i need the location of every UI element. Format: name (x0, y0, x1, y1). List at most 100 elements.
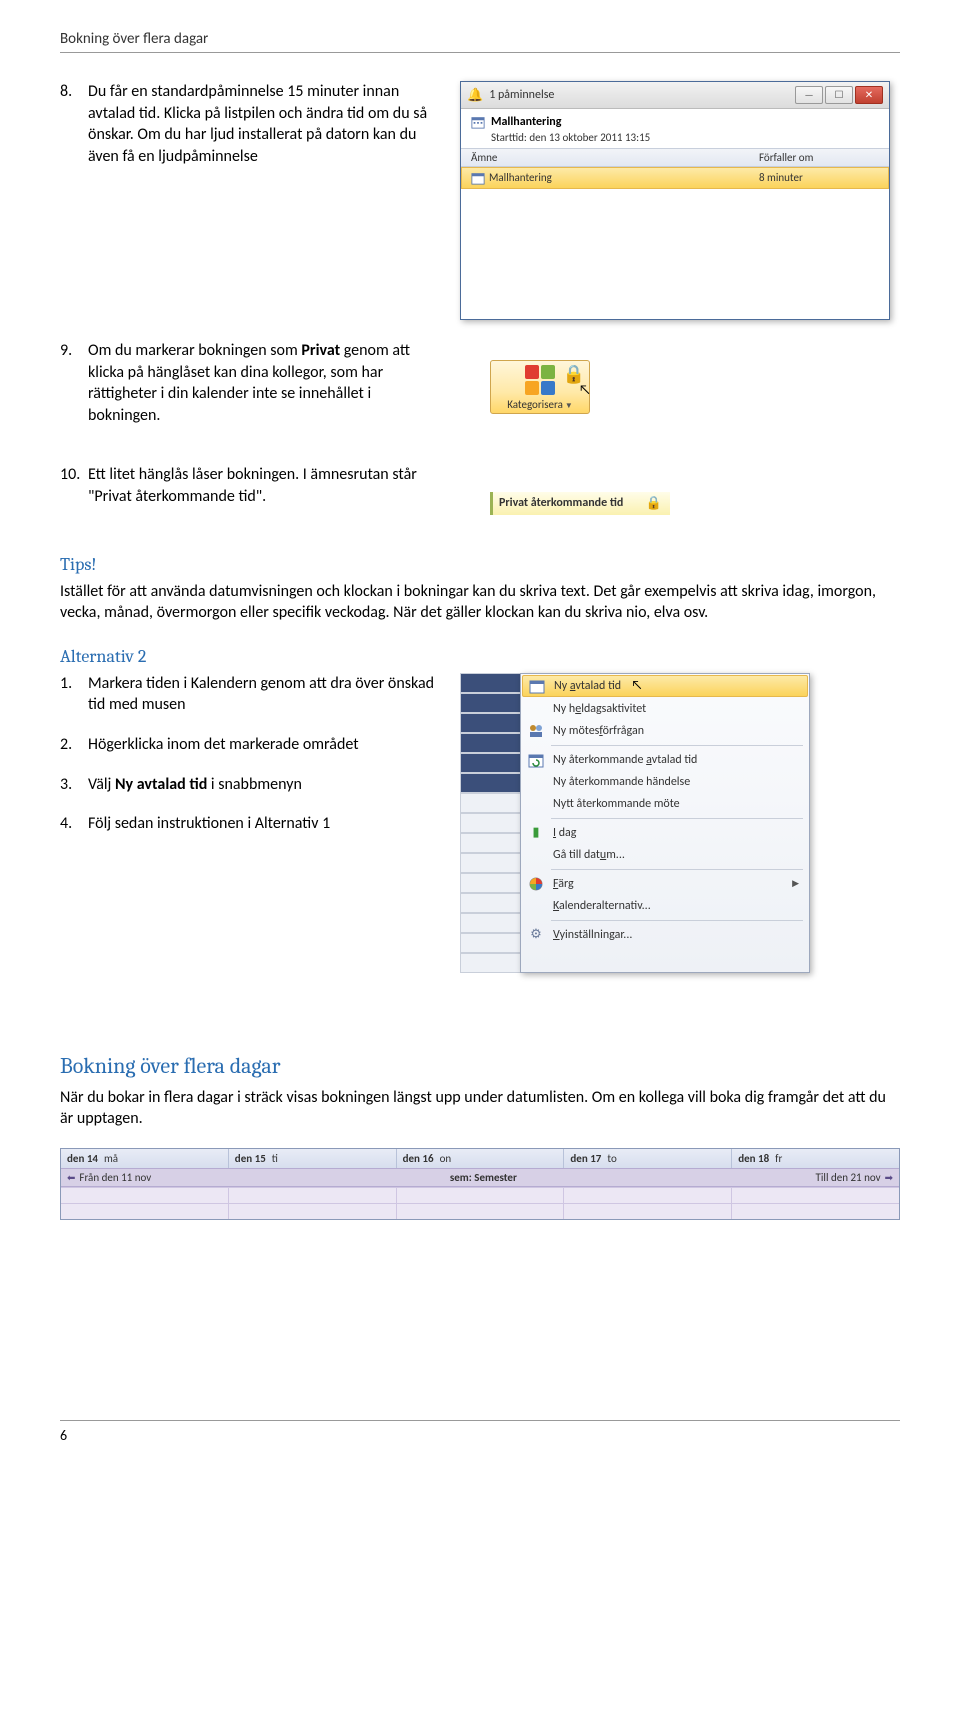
close-button[interactable]: ✕ (855, 86, 883, 104)
calendar-icon (528, 678, 546, 694)
day-header: den 18fr (732, 1149, 899, 1168)
t3a: Välj (88, 775, 115, 794)
col-amne: Ämne (471, 151, 759, 164)
page-number: 6 (60, 1427, 67, 1444)
calendar-icon (471, 115, 485, 129)
menu-kalenderalternativ[interactable]: Kalenderalternativ... (521, 895, 809, 917)
menu-label: Ny heldagsaktivitet (553, 702, 646, 716)
alt2-body-3: Välj Ny avtalad tid i snabbmenyn (88, 774, 440, 796)
text-bold-privat: Privat (301, 341, 340, 360)
menu-separator (551, 818, 803, 819)
menu-ny-heldag[interactable]: Ny heldagsaktivitet (521, 698, 809, 720)
event-to: Till den 21 nov (816, 1171, 881, 1184)
alt2-num-4: 4. (60, 813, 88, 835)
reminder-starttime: Starttid: den 13 oktober 2011 13:15 (491, 131, 879, 144)
maximize-button[interactable]: ☐ (825, 86, 853, 104)
color-icon (527, 876, 545, 892)
category-colors-icon (525, 365, 555, 395)
menu-label: Ny återkommande händelse (553, 775, 690, 789)
col-forfaller: Förfaller om (759, 151, 879, 164)
chevron-down-icon: ▼ (565, 401, 573, 411)
calendar-icon (471, 171, 485, 185)
event-title: sem: Semester (157, 1169, 809, 1186)
menu-ny-motesforfragan[interactable]: Ny mötesförfrågan (521, 720, 809, 742)
list-number-8: 8. (60, 81, 88, 167)
categorize-button[interactable]: 🔒 ↖ Kategorisera▼ (490, 360, 590, 414)
alternativ2-heading: Alternativ 2 (60, 646, 900, 667)
multiday-event[interactable]: ⬅ Från den 11 nov sem: Semester Till den … (61, 1168, 899, 1187)
calendar-blank-row (61, 1203, 899, 1219)
menu-label: Ny mötesförfrågan (553, 724, 644, 738)
submenu-arrow-icon: ▶ (792, 878, 799, 889)
event-from: Från den 11 nov (79, 1171, 151, 1184)
alt2-num-2: 2. (60, 734, 88, 756)
alt2-body-2: Högerklicka inom det markerade området (88, 734, 440, 756)
menu-ny-avtalad-tid[interactable]: Ny avtalad tid ↖ (522, 675, 808, 697)
t3b: Ny avtalad tid (115, 775, 207, 794)
arrow-left-icon: ⬅ (67, 1171, 75, 1184)
reminder-window: 🔔 1 påminnelse — ☐ ✕ Mallhantering Start… (460, 81, 890, 320)
today-icon: ▮ (527, 825, 545, 841)
menu-separator (551, 869, 803, 870)
blank-icon (527, 774, 545, 790)
lock-icon: 🔒 (646, 496, 662, 511)
window-titlebar: 🔔 1 påminnelse — ☐ ✕ (461, 82, 889, 109)
row-amne: Mallhantering (489, 171, 759, 185)
reminder-row-selected[interactable]: Mallhantering 8 minuter (461, 167, 889, 189)
menu-label: Nytt återkommande möte (553, 797, 680, 811)
menu-label: Kalenderalternativ... (553, 899, 651, 913)
row-forfaller: 8 minuter (759, 171, 879, 185)
recurring-icon (527, 752, 545, 768)
private-subject-text: Privat återkommande tid (499, 496, 640, 510)
reminder-empty-area (461, 189, 889, 319)
menu-nytt-aterkommande-mote[interactable]: Nytt återkommande möte (521, 793, 809, 815)
alt2-num-3: 3. (60, 774, 88, 796)
blank-icon (527, 796, 545, 812)
list-body-8: Du får en standardpåminnelse 15 minuter … (88, 81, 440, 167)
menu-idag[interactable]: ▮ I dag (521, 822, 809, 844)
menu-label: Ny avtalad tid (554, 679, 621, 693)
menu-label: Ny återkommande avtalad tid (553, 753, 697, 767)
reminder-subject: Mallhantering (491, 115, 561, 129)
menu-ga-till-datum[interactable]: Gå till datum... (521, 844, 809, 866)
day-header: den 17to (564, 1149, 732, 1168)
menu-label: I dag (553, 826, 576, 840)
page-header: Bokning över flera dagar (60, 30, 900, 53)
multiday-calendar-bar: den 14må den 15ti den 16on den 17to den … (60, 1148, 900, 1220)
categorize-label: Kategorisera (507, 398, 563, 411)
tips-heading: Tips! (60, 554, 900, 575)
section-body: När du bokar in flera dagar i sträck vis… (60, 1087, 900, 1130)
minimize-button[interactable]: — (795, 86, 823, 104)
menu-ny-aterkommande-avtalad[interactable]: Ny återkommande avtalad tid (521, 749, 809, 771)
menu-label: Färg (553, 877, 574, 891)
menu-vyinstallningar[interactable]: ⚙ Vyinställningar... (521, 924, 809, 946)
menu-farg[interactable]: Färg ▶ (521, 873, 809, 895)
t3c: i snabbmenyn (207, 775, 302, 794)
list-number-10: 10. (60, 464, 88, 507)
alt2-num-1: 1. (60, 673, 88, 716)
arrow-right-icon: ➡ (885, 1171, 893, 1184)
alt2-body-4: Följ sedan instruktionen i Alternativ 1 (88, 813, 440, 835)
menu-separator (551, 745, 803, 746)
day-header: den 15ti (229, 1149, 397, 1168)
context-menu: Ny avtalad tid ↖ Ny heldagsaktivitet Ny … (520, 673, 810, 973)
alt2-body-1: Markera tiden i Kalendern genom att dra … (88, 673, 440, 716)
reminder-columns: Ämne Förfaller om (461, 148, 889, 167)
section-heading: Bokning över flera dagar (60, 1053, 900, 1079)
tips-body: Istället för att använda datumvisningen … (60, 581, 900, 624)
calendar-blank-row (61, 1187, 899, 1203)
blank-icon (527, 701, 545, 717)
calendar-day-headers: den 14må den 15ti den 16on den 17to den … (61, 1149, 899, 1168)
window-title-text: 1 påminnelse (489, 88, 795, 102)
menu-ny-aterkommande-handelse[interactable]: Ny återkommande händelse (521, 771, 809, 793)
gear-icon: ⚙ (527, 927, 545, 943)
menu-separator (551, 920, 803, 921)
cursor-icon: ↖ (579, 381, 591, 398)
private-subject-field: Privat återkommande tid 🔒 (490, 492, 670, 515)
list-body-9: Om du markerar bokningen som Privat geno… (88, 340, 440, 426)
cursor-icon: ↖ (631, 678, 642, 693)
blank-icon (527, 847, 545, 863)
page-footer: 6 (60, 1420, 900, 1444)
bell-icon: 🔔 (467, 88, 483, 103)
menu-label: Gå till datum... (553, 848, 625, 862)
